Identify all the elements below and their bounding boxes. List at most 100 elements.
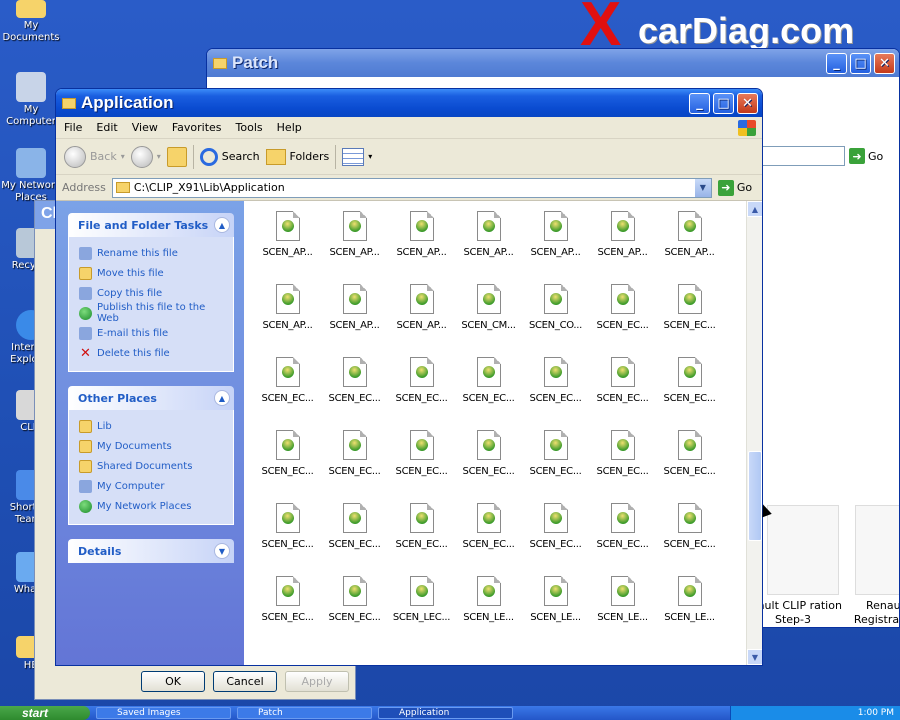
task-application[interactable]: Application — [378, 707, 513, 719]
file-item[interactable]: SCEN_EC... — [589, 428, 656, 492]
file-item[interactable]: SCEN_EC... — [589, 282, 656, 346]
file-item[interactable]: SCEN_EC... — [388, 355, 455, 419]
menu-edit[interactable]: Edit — [96, 121, 117, 134]
go-button[interactable]: ➜ Go — [717, 179, 752, 196]
address-field[interactable]: C:\CLIP_X91\Lib\Application ▼ — [111, 177, 712, 198]
file-item[interactable]: SCEN_LE... — [656, 574, 723, 638]
file-item[interactable]: SCEN_LE... — [455, 574, 522, 638]
file-item[interactable]: SCEN_EC... — [388, 501, 455, 565]
task-saved-images[interactable]: Saved Images — [96, 707, 231, 719]
file-item[interactable]: SCEN_LEC... — [388, 574, 455, 638]
panel-header[interactable]: Details ▼ — [68, 539, 234, 563]
maximize-button[interactable]: □ — [713, 92, 734, 114]
cancel-button[interactable]: Cancel — [213, 671, 277, 692]
file-item[interactable]: SCEN_EC... — [656, 428, 723, 492]
back-button[interactable]: Back ▾ — [64, 145, 125, 168]
file-item[interactable]: SCEN_AP... — [589, 209, 656, 273]
maximize-button[interactable]: □ — [850, 52, 871, 74]
file-item[interactable]: SCEN_EC... — [321, 428, 388, 492]
task-copy[interactable]: Copy this file — [79, 283, 225, 303]
file-item[interactable]: SCEN_LE... — [589, 574, 656, 638]
file-item[interactable]: SCEN_AP... — [254, 282, 321, 346]
desktop-icon-my-documents[interactable]: My Documents — [0, 0, 62, 44]
file-item[interactable]: SCEN_EC... — [254, 501, 321, 565]
chevron-down-icon[interactable]: ▼ — [694, 178, 711, 197]
go-button[interactable]: ➜ Go — [849, 148, 883, 164]
ok-button[interactable]: OK — [141, 671, 205, 692]
start-button[interactable]: start — [0, 706, 90, 720]
patch-address-field[interactable] — [755, 146, 845, 166]
file-item[interactable]: SCEN_LE... — [522, 574, 589, 638]
file-item[interactable]: SCEN_EC... — [455, 501, 522, 565]
close-button[interactable]: ✕ — [737, 92, 758, 114]
task-patch[interactable]: Patch — [237, 707, 372, 719]
file-item[interactable]: SCEN_EC... — [321, 501, 388, 565]
file-item[interactable]: SCEN_AP... — [388, 282, 455, 346]
file-item[interactable]: SCEN_EC... — [455, 355, 522, 419]
file-item[interactable]: SCEN_EC... — [656, 501, 723, 565]
file-item[interactable]: SCEN_EC... — [321, 574, 388, 638]
file-item[interactable]: SCEN_EC... — [522, 501, 589, 565]
folders-button[interactable]: Folders — [265, 148, 329, 165]
file-item[interactable]: SCEN_AP... — [656, 209, 723, 273]
vertical-scrollbar[interactable]: ▲ ▼ — [746, 201, 762, 665]
file-item[interactable]: SCEN_EC... — [656, 282, 723, 346]
file-item[interactable]: SCEN_EC... — [522, 355, 589, 419]
minimize-button[interactable]: _ — [826, 52, 847, 74]
menu-view[interactable]: View — [132, 121, 158, 134]
apply-button[interactable]: Apply — [285, 671, 349, 692]
file-item[interactable]: SCEN_CM... — [455, 282, 522, 346]
panel-header[interactable]: Other Places ▲ — [68, 386, 234, 410]
file-item[interactable]: SCEN_EC... — [589, 355, 656, 419]
task-move[interactable]: Move this file — [79, 263, 225, 283]
file-item[interactable]: SCEN_AP... — [321, 209, 388, 273]
file-item[interactable]: SCEN_EC... — [321, 355, 388, 419]
expand-chevron-icon[interactable]: ▼ — [214, 543, 230, 559]
thumbnail[interactable] — [767, 505, 839, 595]
file-item[interactable]: SCEN_AP... — [388, 209, 455, 273]
place-my-computer[interactable]: My Computer — [79, 476, 225, 496]
desktop-icon-my-network[interactable]: My Network Places — [0, 148, 62, 204]
file-item[interactable]: SCEN_EC... — [254, 355, 321, 419]
task-delete[interactable]: ✕ Delete this file — [79, 343, 225, 363]
file-item[interactable]: SCEN_AP... — [321, 282, 388, 346]
panel-header[interactable]: File and Folder Tasks ▲ — [68, 213, 234, 237]
file-item[interactable]: SCEN_AP... — [522, 209, 589, 273]
search-button[interactable]: Search — [199, 147, 260, 166]
file-item[interactable]: SCEN_AP... — [455, 209, 522, 273]
app-titlebar[interactable]: Application _ □ ✕ — [56, 89, 762, 117]
file-item[interactable]: SCEN_EC... — [522, 428, 589, 492]
place-my-network[interactable]: My Network Places — [79, 496, 225, 516]
desktop-icon-my-computer[interactable]: My Computer — [0, 72, 62, 128]
scroll-up-arrow-icon[interactable]: ▲ — [747, 201, 762, 217]
menu-file[interactable]: File — [64, 121, 82, 134]
file-item[interactable]: SCEN_EC... — [455, 428, 522, 492]
file-item[interactable]: SCEN_AP... — [254, 209, 321, 273]
collapse-chevron-icon[interactable]: ▲ — [214, 217, 230, 233]
menu-tools[interactable]: Tools — [236, 121, 263, 134]
collapse-chevron-icon[interactable]: ▲ — [214, 390, 230, 406]
scroll-down-arrow-icon[interactable]: ▼ — [747, 649, 762, 665]
menu-favorites[interactable]: Favorites — [172, 121, 222, 134]
task-publish[interactable]: Publish this file to the Web — [79, 302, 225, 324]
task-email[interactable]: E-mail this file — [79, 323, 225, 343]
file-item[interactable]: SCEN_EC... — [589, 501, 656, 565]
application-window[interactable]: Application _ □ ✕ File Edit View Favorit… — [55, 88, 763, 666]
close-button[interactable]: ✕ — [874, 52, 895, 74]
minimize-button[interactable]: _ — [689, 92, 710, 114]
forward-button[interactable]: ▾ — [130, 145, 161, 168]
up-folder-button[interactable] — [166, 146, 187, 167]
file-item[interactable]: SCEN_EC... — [254, 428, 321, 492]
file-item[interactable]: SCEN_EC... — [388, 428, 455, 492]
place-my-documents[interactable]: My Documents — [79, 436, 225, 456]
views-button[interactable]: ▾ — [342, 147, 372, 166]
patch-address-go[interactable]: ➜ Go — [755, 145, 895, 167]
scroll-thumb[interactable] — [748, 451, 762, 541]
file-item[interactable]: SCEN_EC... — [656, 355, 723, 419]
place-shared-documents[interactable]: Shared Documents — [79, 456, 225, 476]
thumbnail[interactable] — [855, 505, 899, 595]
file-item[interactable]: SCEN_EC... — [254, 574, 321, 638]
place-lib[interactable]: Lib — [79, 416, 225, 436]
menu-help[interactable]: Help — [277, 121, 302, 134]
patch-titlebar[interactable]: Patch _ □ ✕ — [207, 49, 899, 77]
